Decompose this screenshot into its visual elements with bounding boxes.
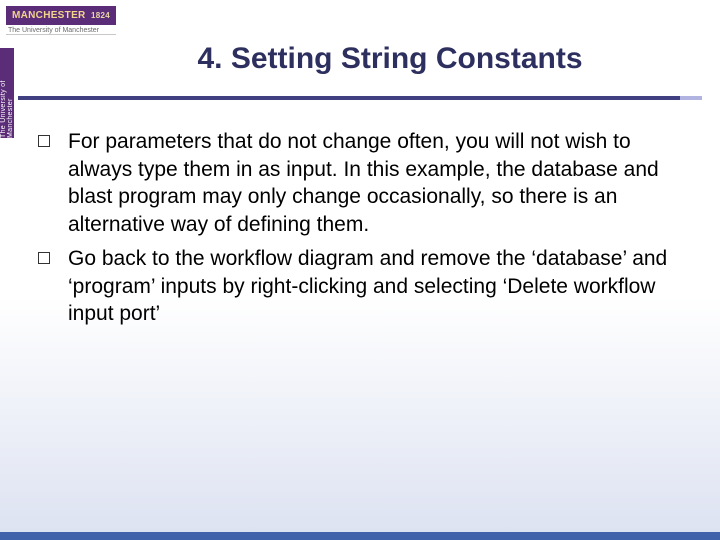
logo-badge: MANCHESTER 1824 bbox=[6, 6, 116, 25]
logo-name: MANCHESTER bbox=[12, 10, 86, 21]
university-logo: MANCHESTER 1824 The University of Manche… bbox=[6, 6, 116, 35]
slide-title: 4. Setting String Constants bbox=[0, 42, 720, 76]
title-rule bbox=[18, 96, 702, 100]
logo-year: 1824 bbox=[91, 11, 110, 20]
slide: MANCHESTER 1824 The University of Manche… bbox=[0, 0, 720, 540]
list-item: Go back to the workflow diagram and remo… bbox=[38, 245, 680, 328]
bullet-text: Go back to the workflow diagram and remo… bbox=[68, 245, 680, 328]
bullet-icon bbox=[38, 135, 50, 147]
logo-subtext: The University of Manchester bbox=[6, 25, 116, 35]
list-item: For parameters that do not change often,… bbox=[38, 128, 680, 239]
bullet-text: For parameters that do not change often,… bbox=[68, 128, 680, 239]
footer-bar bbox=[0, 532, 720, 540]
slide-content: For parameters that do not change often,… bbox=[38, 128, 680, 334]
bullet-icon bbox=[38, 252, 50, 264]
